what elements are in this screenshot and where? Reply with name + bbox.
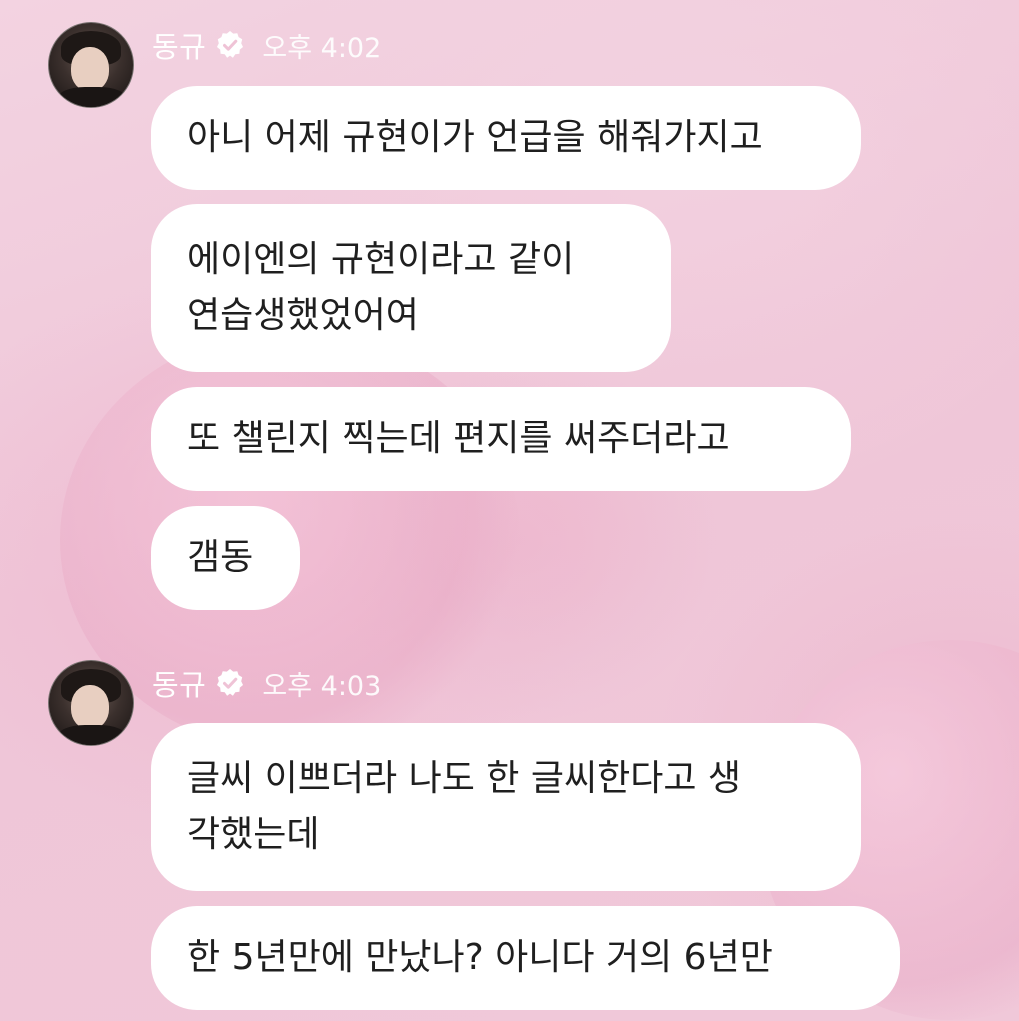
message-text: 아니 어제 규현이가 언급을 해줘가지고 (187, 117, 763, 158)
sender-name[interactable]: 동규 (152, 24, 206, 66)
sender-name[interactable]: 동규 (152, 662, 206, 704)
message-header: 동규 오후 4:03 (152, 663, 381, 703)
message-header: 동규 오후 4:02 (152, 25, 381, 65)
message-text: 연습생했었어여 (187, 295, 419, 336)
avatar[interactable] (48, 22, 134, 108)
message-bubble[interactable]: 갬동 (151, 506, 300, 610)
message-text: 에이엔의 규현이라고 같이 (187, 239, 575, 280)
message-text: 각했는데 (187, 814, 320, 855)
message-bubble[interactable]: 또 챌린지 찍는데 편지를 써주더라고 (151, 387, 851, 491)
message-text: 글씨 이쁘더라 나도 한 글씨한다고 생 (187, 758, 742, 799)
avatar-shirt (57, 725, 127, 745)
message-bubble[interactable]: 에이엔의 규현이라고 같이 연습생했었어여 (151, 204, 671, 372)
message-bubble[interactable]: 아니 어제 규현이가 언급을 해줘가지고 (151, 86, 861, 190)
message-bubble[interactable]: 글씨 이쁘더라 나도 한 글씨한다고 생 각했는데 (151, 723, 861, 891)
verified-badge-icon (217, 31, 244, 58)
message-text: 한 5년만에 만났나? 아니다 거의 6년만 (187, 937, 773, 978)
avatar[interactable] (48, 660, 134, 746)
avatar-face (71, 685, 109, 729)
message-bubble[interactable]: 한 5년만에 만났나? 아니다 거의 6년만 (151, 906, 900, 1010)
message-text: 갬동 (187, 537, 254, 578)
avatar-shirt (57, 87, 127, 107)
timestamp: 오후 4:03 (262, 670, 382, 702)
verified-badge-icon (217, 669, 244, 696)
avatar-face (71, 47, 109, 91)
timestamp: 오후 4:02 (262, 32, 382, 64)
message-text: 또 챌린지 찍는데 편지를 써주더라고 (187, 418, 730, 459)
